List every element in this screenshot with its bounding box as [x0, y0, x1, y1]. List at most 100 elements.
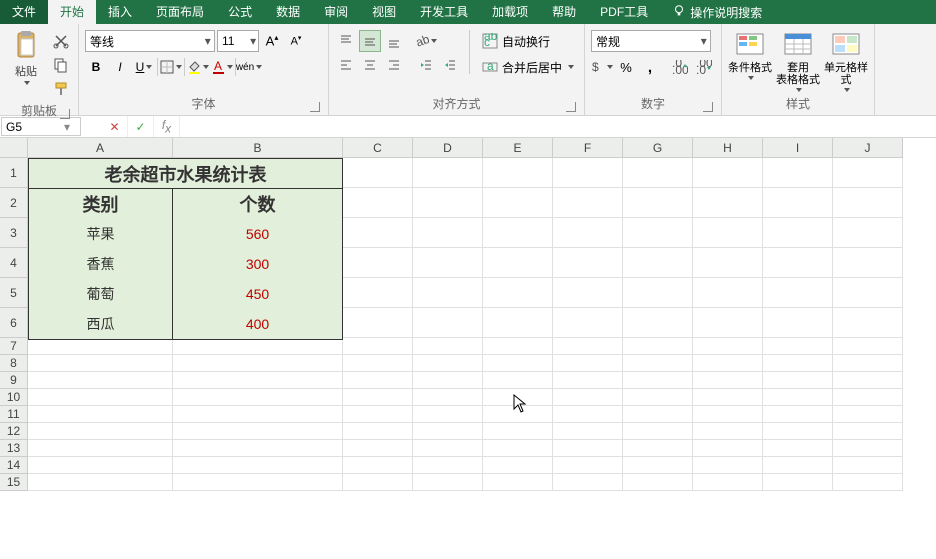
cell[interactable]	[343, 440, 413, 457]
row-header[interactable]: 10	[0, 389, 28, 406]
chevron-down-icon[interactable]: ▾	[248, 34, 258, 48]
cell[interactable]	[343, 355, 413, 372]
cell[interactable]	[413, 218, 483, 248]
font-color-button[interactable]: A	[211, 56, 233, 78]
tab-pdf-tools[interactable]: PDF工具	[588, 0, 660, 24]
cell[interactable]	[483, 457, 553, 474]
cell[interactable]	[483, 474, 553, 491]
cell[interactable]	[693, 474, 763, 491]
cell[interactable]	[553, 406, 623, 423]
cell[interactable]	[483, 372, 553, 389]
cell[interactable]	[483, 308, 553, 338]
cell[interactable]	[28, 389, 173, 406]
cell[interactable]	[833, 423, 903, 440]
cell[interactable]	[623, 389, 693, 406]
font-name-combo[interactable]: ▾	[85, 30, 215, 52]
increase-indent-button[interactable]	[439, 54, 461, 76]
chevron-down-icon[interactable]: ▾	[201, 34, 214, 48]
row-header[interactable]: 9	[0, 372, 28, 389]
cell[interactable]	[763, 248, 833, 278]
cell[interactable]	[833, 474, 903, 491]
cell[interactable]	[553, 440, 623, 457]
cell[interactable]	[763, 440, 833, 457]
cell[interactable]	[553, 278, 623, 308]
cell[interactable]	[693, 248, 763, 278]
comma-button[interactable]: ,	[639, 56, 661, 78]
accounting-format-button[interactable]: $	[591, 56, 613, 78]
tab-insert[interactable]: 插入	[96, 0, 144, 24]
format-as-table-button[interactable]: 套用 表格格式	[776, 30, 820, 92]
row-header[interactable]: 13	[0, 440, 28, 457]
cell[interactable]	[343, 278, 413, 308]
row-header[interactable]: 4	[0, 248, 28, 278]
tab-view[interactable]: 视图	[360, 0, 408, 24]
cell[interactable]	[623, 218, 693, 248]
tab-developer[interactable]: 开发工具	[408, 0, 480, 24]
cell[interactable]	[173, 457, 343, 474]
tab-data[interactable]: 数据	[264, 0, 312, 24]
tell-me-search[interactable]: 操作说明搜索	[660, 4, 774, 21]
cell[interactable]	[623, 457, 693, 474]
cell[interactable]	[413, 423, 483, 440]
cell[interactable]	[763, 218, 833, 248]
cell[interactable]	[623, 423, 693, 440]
row-header[interactable]: 3	[0, 218, 28, 248]
cell[interactable]	[483, 440, 553, 457]
cell[interactable]	[763, 158, 833, 188]
increase-decimal-button[interactable]: .0.00	[669, 56, 691, 78]
cell[interactable]	[833, 457, 903, 474]
cell[interactable]	[623, 372, 693, 389]
cell[interactable]	[413, 355, 483, 372]
dialog-launcher-font[interactable]	[310, 102, 320, 112]
cell[interactable]	[553, 338, 623, 355]
column-header[interactable]: H	[693, 138, 763, 158]
cell[interactable]	[693, 457, 763, 474]
cell[interactable]	[173, 406, 343, 423]
cell[interactable]	[553, 423, 623, 440]
row-header[interactable]: 1	[0, 158, 28, 188]
cell[interactable]	[413, 372, 483, 389]
cell[interactable]	[623, 278, 693, 308]
cell[interactable]	[28, 372, 173, 389]
cell[interactable]	[413, 248, 483, 278]
cell[interactable]	[483, 355, 553, 372]
insert-function-button[interactable]: fx	[154, 116, 180, 137]
align-left-button[interactable]	[335, 54, 357, 76]
column-header[interactable]: G	[623, 138, 693, 158]
tab-addins[interactable]: 加载项	[480, 0, 540, 24]
cell[interactable]	[413, 188, 483, 218]
number-format-input[interactable]	[592, 31, 698, 51]
cell[interactable]	[173, 423, 343, 440]
cell[interactable]	[343, 248, 413, 278]
column-header[interactable]: I	[763, 138, 833, 158]
cell[interactable]	[833, 355, 903, 372]
cell[interactable]	[763, 278, 833, 308]
cell[interactable]	[553, 158, 623, 188]
cell[interactable]	[693, 389, 763, 406]
cell[interactable]	[833, 372, 903, 389]
cell[interactable]	[693, 406, 763, 423]
cell[interactable]	[693, 423, 763, 440]
conditional-formatting-button[interactable]: 条件格式	[728, 30, 772, 92]
row-header[interactable]: 6	[0, 308, 28, 338]
cell[interactable]	[413, 406, 483, 423]
orientation-button[interactable]: ab	[415, 30, 437, 52]
row-header[interactable]: 12	[0, 423, 28, 440]
column-header[interactable]: B	[173, 138, 343, 158]
column-header[interactable]: J	[833, 138, 903, 158]
increase-font-button[interactable]: A▴	[261, 30, 283, 52]
cell[interactable]	[483, 338, 553, 355]
row-header[interactable]: 5	[0, 278, 28, 308]
tab-help[interactable]: 帮助	[540, 0, 588, 24]
font-size-combo[interactable]: ▾	[217, 30, 259, 52]
cell[interactable]	[483, 158, 553, 188]
cell[interactable]	[623, 248, 693, 278]
cell[interactable]	[623, 474, 693, 491]
dialog-launcher-number[interactable]	[703, 102, 713, 112]
cell[interactable]	[28, 474, 173, 491]
cell[interactable]	[623, 308, 693, 338]
phonetic-button[interactable]: wén	[238, 56, 260, 78]
cell[interactable]	[833, 158, 903, 188]
merge-center-button[interactable]: a 合并后居中	[478, 56, 578, 78]
cell[interactable]	[343, 474, 413, 491]
